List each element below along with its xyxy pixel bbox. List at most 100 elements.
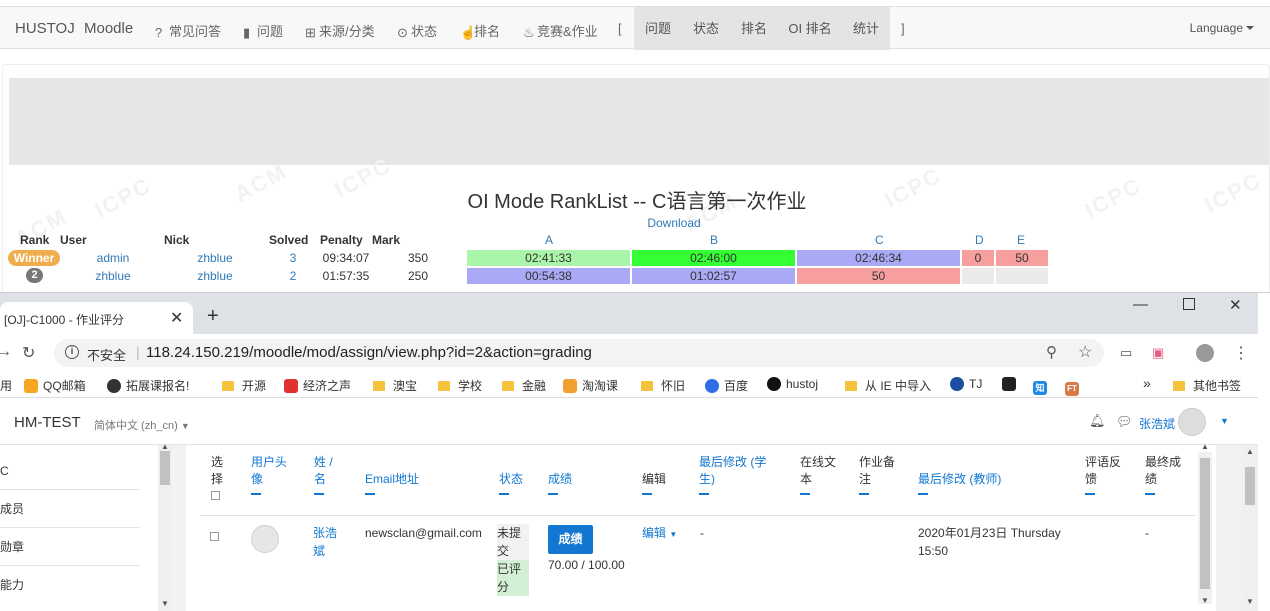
extension-icon[interactable]: ▣	[1152, 345, 1164, 361]
scroll-down-icon[interactable]: ▼	[1246, 597, 1254, 606]
table-cell-problem-a: 00:54:38	[467, 268, 630, 284]
table-cell-solved[interactable]: 3	[273, 250, 313, 266]
student-name[interactable]: 张浩斌	[313, 524, 343, 560]
scroll-down-icon[interactable]: ▼	[161, 599, 169, 608]
select-all-checkbox[interactable]	[211, 491, 220, 500]
cast-icon[interactable]: ▭	[1120, 345, 1132, 361]
table-cell-solved[interactable]: 2	[273, 268, 313, 284]
user-avatar[interactable]	[251, 525, 279, 553]
header-problem-b[interactable]: B	[710, 233, 718, 247]
scroll-up-icon[interactable]: ▲	[1246, 447, 1254, 456]
bookmark-folder[interactable]: 金融	[502, 377, 546, 394]
col-status[interactable]: 状态	[499, 471, 539, 495]
table-cell-nick[interactable]: zhblue	[175, 268, 255, 284]
bookmark-mask[interactable]	[1002, 377, 1021, 391]
user-name[interactable]: 张浩斌	[1139, 415, 1175, 432]
bookmark-folder[interactable]: 学校	[438, 377, 482, 394]
maximize-icon[interactable]	[1183, 298, 1195, 310]
url-text[interactable]: 118.24.150.219/moodle/mod/assign/view.ph…	[146, 344, 592, 361]
bell-icon[interactable]: 🔔︎	[1089, 413, 1106, 429]
col-grade[interactable]: 成绩	[548, 471, 588, 495]
drawer-item-competencies[interactable]: 能力	[0, 566, 140, 604]
bookmark-folder[interactable]: 怀旧	[641, 377, 685, 394]
menu-icon[interactable]: ⋮	[1233, 343, 1249, 363]
col-last-modified-teacher[interactable]: 最后修改 (教师)	[918, 471, 1018, 495]
nav-faq[interactable]: ? 常见问答	[155, 21, 221, 40]
table-cell-user[interactable]: zhblue	[73, 268, 153, 284]
col-name[interactable]: 姓 / 名	[314, 454, 344, 495]
nav-status[interactable]: ⊙ 状态	[397, 21, 437, 40]
bookmark-other[interactable]: 其他书签	[1173, 377, 1241, 394]
bookmark-radio[interactable]: 经济之声	[284, 377, 351, 394]
browser-tab[interactable]: [OJ]-C1000 - 作业评分 ✕	[0, 302, 193, 334]
drawer-scroll-thumb[interactable]	[160, 451, 170, 485]
header-problem-e[interactable]: E	[1017, 233, 1025, 247]
drawer-item-badges[interactable]: 勋章	[0, 528, 140, 566]
col-avatar[interactable]: 用户头像	[251, 454, 291, 495]
bookmark-taotaoke[interactable]: 淘淘课	[563, 377, 618, 394]
row-checkbox[interactable]	[210, 530, 219, 544]
profile-avatar[interactable]	[1196, 344, 1214, 362]
download-link[interactable]: Download	[3, 216, 1269, 230]
contest-tab-problems[interactable]: 问题	[634, 7, 682, 50]
reload-icon[interactable]: ↻	[22, 343, 35, 363]
header-problem-a[interactable]: A	[545, 233, 553, 247]
grade-button[interactable]: 成绩	[548, 525, 593, 554]
bookmark-hustoj[interactable]: hustoj	[767, 377, 818, 391]
bookmark-tj[interactable]: TJ	[950, 377, 982, 391]
contest-tab-rank[interactable]: 排名	[730, 7, 778, 50]
omnibox[interactable]: i 不安全 | 118.24.150.219/moodle/mod/assign…	[54, 339, 1104, 367]
language-menu[interactable]: 简体中文 (zh_cn) ▼	[94, 417, 190, 433]
table-cell-nick[interactable]: zhblue	[175, 250, 255, 266]
contest-tab-stats[interactable]: 统计	[842, 7, 890, 50]
star-icon[interactable]: ☆	[1078, 342, 1092, 362]
tab-title: [OJ]-C1000 - 作业评分	[4, 313, 125, 327]
caret-down-icon[interactable]: ▼	[1220, 416, 1229, 426]
contest-tab-oi-rank[interactable]: OI 排名	[778, 7, 842, 50]
folder-icon	[502, 381, 514, 391]
scroll-down-icon[interactable]: ▼	[1201, 596, 1209, 605]
bookmark-folder[interactable]: 澳宝	[373, 377, 417, 394]
info-icon[interactable]: i	[65, 345, 79, 359]
scroll-up-icon[interactable]: ▲	[1201, 442, 1209, 451]
drawer-item-participants[interactable]: 成员	[0, 490, 140, 528]
table-cell-user[interactable]: admin	[73, 250, 153, 266]
bookmark-signup[interactable]: 拓展课报名!	[107, 377, 189, 394]
zoom-icon[interactable]: ⚲	[1046, 343, 1057, 361]
nav-problems[interactable]: ▮ 问题	[243, 21, 283, 40]
forward-icon[interactable]: →	[0, 343, 12, 361]
oj-brand[interactable]: HUSTOJ	[15, 20, 75, 37]
nav-ranking[interactable]: ☝排名	[460, 21, 500, 40]
scroll-up-icon[interactable]: ▲	[161, 442, 169, 451]
minimize-icon[interactable]: —	[1133, 296, 1148, 313]
language-dropdown[interactable]: Language	[1190, 21, 1254, 35]
close-tab-icon[interactable]: ✕	[170, 308, 183, 328]
nav-contest[interactable]: ♨ 竞赛&作业	[523, 21, 598, 40]
taotaoke-icon	[563, 379, 577, 393]
col-email[interactable]: Email地址	[365, 471, 455, 495]
nav-source[interactable]: ⊞ 来源/分类	[305, 21, 375, 40]
drawer-item-course[interactable]: C	[0, 452, 140, 490]
bookmark-baidu[interactable]: 百度	[705, 377, 748, 394]
new-tab-icon[interactable]: +	[207, 305, 219, 328]
close-window-icon[interactable]: ✕	[1229, 296, 1242, 314]
table-scroll-thumb[interactable]	[1200, 458, 1210, 589]
message-icon[interactable]: 💬︎	[1116, 414, 1133, 430]
bookmark-partial[interactable]: 用	[0, 377, 12, 394]
header-problem-c[interactable]: C	[875, 233, 884, 247]
oj-brand-moodle[interactable]: Moodle	[84, 20, 133, 37]
header-problem-d[interactable]: D	[975, 233, 984, 247]
edit-menu[interactable]: 编辑 ▼	[642, 524, 677, 544]
bookmark-ft[interactable]: FT	[1065, 377, 1084, 396]
bookmarks-more-icon[interactable]: »	[1143, 375, 1151, 391]
page-scroll-thumb[interactable]	[1245, 467, 1255, 505]
bookmark-folder[interactable]: 从 IE 中导入	[845, 377, 931, 394]
site-name[interactable]: HM-TEST	[14, 414, 81, 431]
bookmark-folder[interactable]: 开源	[222, 377, 266, 394]
user-avatar[interactable]	[1178, 408, 1206, 436]
bookmark-zhihu[interactable]: 知	[1033, 377, 1052, 395]
bookmark-qqmail[interactable]: QQ邮箱	[24, 377, 86, 394]
contest-tab-status[interactable]: 状态	[682, 7, 730, 50]
col-last-modified-student[interactable]: 最后修改 (学生)	[699, 454, 779, 495]
banner	[9, 78, 1269, 165]
